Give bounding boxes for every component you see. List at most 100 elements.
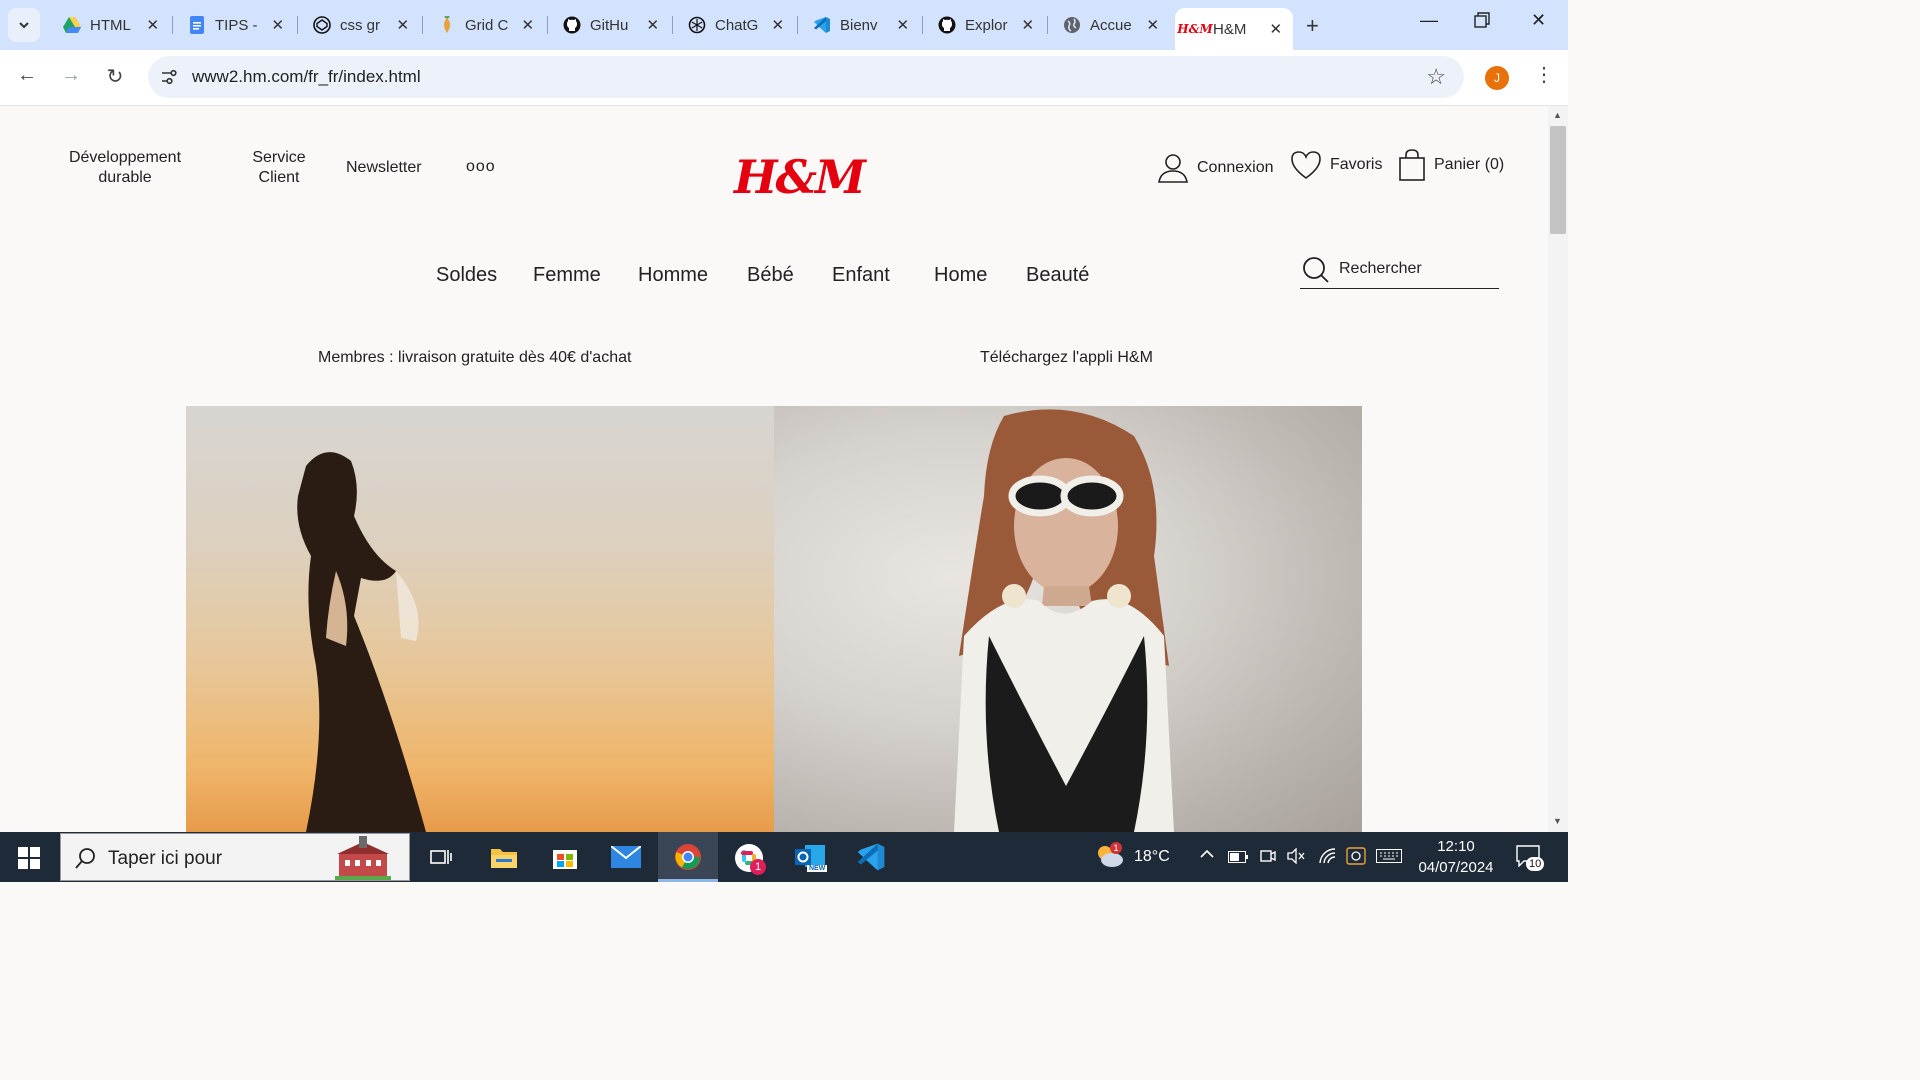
close-icon[interactable]: ✕ xyxy=(1144,16,1162,34)
camera-icon[interactable] xyxy=(1260,848,1276,869)
battery-icon[interactable] xyxy=(1228,850,1248,868)
browser-tab[interactable]: TIPS - ✕ xyxy=(177,8,295,42)
browser-toolbar: ← → ↻ www2.hm.com/fr_fr/index.html ☆ J ⋮ xyxy=(0,50,1568,106)
tab-title: Accue xyxy=(1090,16,1132,34)
browser-tab[interactable]: Bienv ✕ xyxy=(802,8,920,42)
file-explorer-icon[interactable] xyxy=(490,845,518,874)
browser-menu-icon[interactable]: ⋮ xyxy=(1534,62,1554,87)
address-bar[interactable]: www2.hm.com/fr_fr/index.html ☆ xyxy=(148,56,1464,98)
reload-icon[interactable]: ↻ xyxy=(101,64,129,89)
slack-icon[interactable]: 1 xyxy=(734,843,766,878)
clock-time: 12:10 xyxy=(1437,838,1475,855)
github-icon xyxy=(937,15,957,35)
customer-service-link[interactable]: Service Client xyxy=(244,148,314,188)
vscode-icon xyxy=(812,15,832,35)
windows-start-icon[interactable] xyxy=(18,847,40,874)
close-icon[interactable]: ✕ xyxy=(894,16,912,34)
close-icon[interactable]: ✕ xyxy=(1019,16,1037,34)
search-placeholder: Rechercher xyxy=(1339,260,1422,277)
tab-title: TIPS - xyxy=(215,16,258,34)
app-tray-icon[interactable] xyxy=(1346,847,1366,870)
close-icon[interactable]: ✕ xyxy=(144,16,162,34)
browser-tab[interactable]: ChatG ✕ xyxy=(677,8,795,42)
forward-arrow-icon[interactable]: → xyxy=(57,64,85,87)
taskbar-search-placeholder: Taper ici pour xyxy=(108,848,223,869)
nav-enfant[interactable]: Enfant xyxy=(832,264,890,287)
sustainability-link[interactable]: Développement durable xyxy=(60,148,190,188)
scroll-down-icon[interactable]: ▼ xyxy=(1553,816,1562,826)
restore-icon[interactable] xyxy=(1474,12,1490,33)
browser-tab[interactable]: Grid C ✕ xyxy=(427,8,545,42)
hm-logo[interactable]: H&M xyxy=(734,150,866,204)
scroll-up-icon[interactable]: ▲ xyxy=(1553,110,1562,120)
minimize-icon[interactable]: — xyxy=(1420,10,1438,31)
mail-icon[interactable] xyxy=(610,845,642,873)
close-icon[interactable]: ✕ xyxy=(769,16,787,34)
task-view-icon[interactable] xyxy=(430,847,452,872)
bookmark-star-icon[interactable]: ☆ xyxy=(1426,64,1446,90)
url-text[interactable]: www2.hm.com/fr_fr/index.html xyxy=(192,67,421,87)
close-icon[interactable]: ✕ xyxy=(269,16,287,34)
new-tab-button[interactable]: + xyxy=(1306,13,1319,39)
close-icon[interactable]: ✕ xyxy=(519,16,537,34)
microsoft-store-icon[interactable] xyxy=(552,844,578,875)
taskbar-search-box[interactable]: Taper ici pour xyxy=(60,833,410,881)
back-arrow-icon[interactable]: ← xyxy=(13,64,41,87)
browser-tab[interactable]: HTML ✕ xyxy=(52,8,170,42)
scrollbar-thumb[interactable] xyxy=(1550,126,1566,234)
tab-separator xyxy=(422,16,423,34)
site-settings-icon[interactable] xyxy=(160,68,178,91)
tab-title: ChatG xyxy=(715,16,759,34)
nav-homme[interactable]: Homme xyxy=(638,264,708,287)
close-icon[interactable]: ✕ xyxy=(1267,20,1285,38)
cart-link[interactable]: Panier (0) xyxy=(1398,148,1504,182)
browser-tab-active[interactable]: H&M H&M ✕ xyxy=(1175,8,1293,50)
browser-tab[interactable]: Explor ✕ xyxy=(927,8,1045,42)
nav-home[interactable]: Home xyxy=(934,264,987,287)
outlook-new-icon[interactable]: NEW xyxy=(795,843,828,876)
outlook-new-label: NEW xyxy=(807,865,828,872)
chrome-taskbar-icon[interactable] xyxy=(658,832,718,882)
close-window-icon[interactable]: ✕ xyxy=(1531,10,1546,31)
tab-title: css gr xyxy=(340,16,381,34)
town-hall-icon xyxy=(335,836,391,880)
favorites-label: Favoris xyxy=(1330,156,1383,173)
slack-notification-badge: 1 xyxy=(750,859,766,875)
browser-tab[interactable]: Accue ✕ xyxy=(1052,8,1170,42)
hero-image-right[interactable] xyxy=(774,406,1362,832)
hero-image-left[interactable] xyxy=(186,406,774,832)
close-icon[interactable]: ✕ xyxy=(644,16,662,34)
newsletter-link[interactable]: Newsletter xyxy=(346,158,422,178)
model-sunglasses-illustration xyxy=(954,409,1174,832)
nav-bebe[interactable]: Bébé xyxy=(747,264,794,287)
keyboard-icon[interactable] xyxy=(1376,849,1402,868)
taskbar-clock[interactable]: 12:10 04/07/2024 xyxy=(1410,836,1502,878)
speaker-muted-icon[interactable] xyxy=(1287,847,1305,869)
browser-tab[interactable]: GitHu ✕ xyxy=(552,8,670,42)
favorites-link[interactable]: Favoris xyxy=(1290,150,1382,180)
search-field[interactable]: Rechercher xyxy=(1300,254,1499,289)
page-scrollbar[interactable]: ▲ ▼ xyxy=(1548,106,1568,832)
tray-chevron-up-icon[interactable] xyxy=(1199,846,1215,862)
tab-search-button[interactable] xyxy=(8,8,40,42)
tab-separator xyxy=(547,16,548,34)
promo-free-shipping[interactable]: Membres : livraison gratuite dès 40€ d'a… xyxy=(318,349,631,367)
nav-beaute[interactable]: Beauté xyxy=(1026,264,1089,287)
hm-logo-text: H&M xyxy=(734,150,866,204)
tab-title: H&M xyxy=(1213,20,1247,38)
clock-date: 04/07/2024 xyxy=(1418,859,1494,876)
login-link[interactable]: Connexion xyxy=(1157,152,1274,184)
profile-avatar[interactable]: J xyxy=(1485,66,1509,90)
vscode-taskbar-icon[interactable] xyxy=(856,842,886,877)
weather-widget[interactable]: 1 18°C xyxy=(1096,842,1170,873)
shopping-bag-icon xyxy=(1399,149,1425,181)
promo-download-app[interactable]: Téléchargez l'appli H&M xyxy=(980,349,1153,367)
more-links-button[interactable]: ooo xyxy=(466,158,496,176)
notification-center-icon[interactable]: 10 xyxy=(1516,845,1545,872)
browser-tab[interactable]: css gr ✕ xyxy=(302,8,420,42)
nav-femme[interactable]: Femme xyxy=(533,264,601,287)
close-icon[interactable]: ✕ xyxy=(394,16,412,34)
github-icon xyxy=(562,15,582,35)
wifi-icon[interactable] xyxy=(1318,848,1336,869)
nav-soldes[interactable]: Soldes xyxy=(436,264,497,287)
